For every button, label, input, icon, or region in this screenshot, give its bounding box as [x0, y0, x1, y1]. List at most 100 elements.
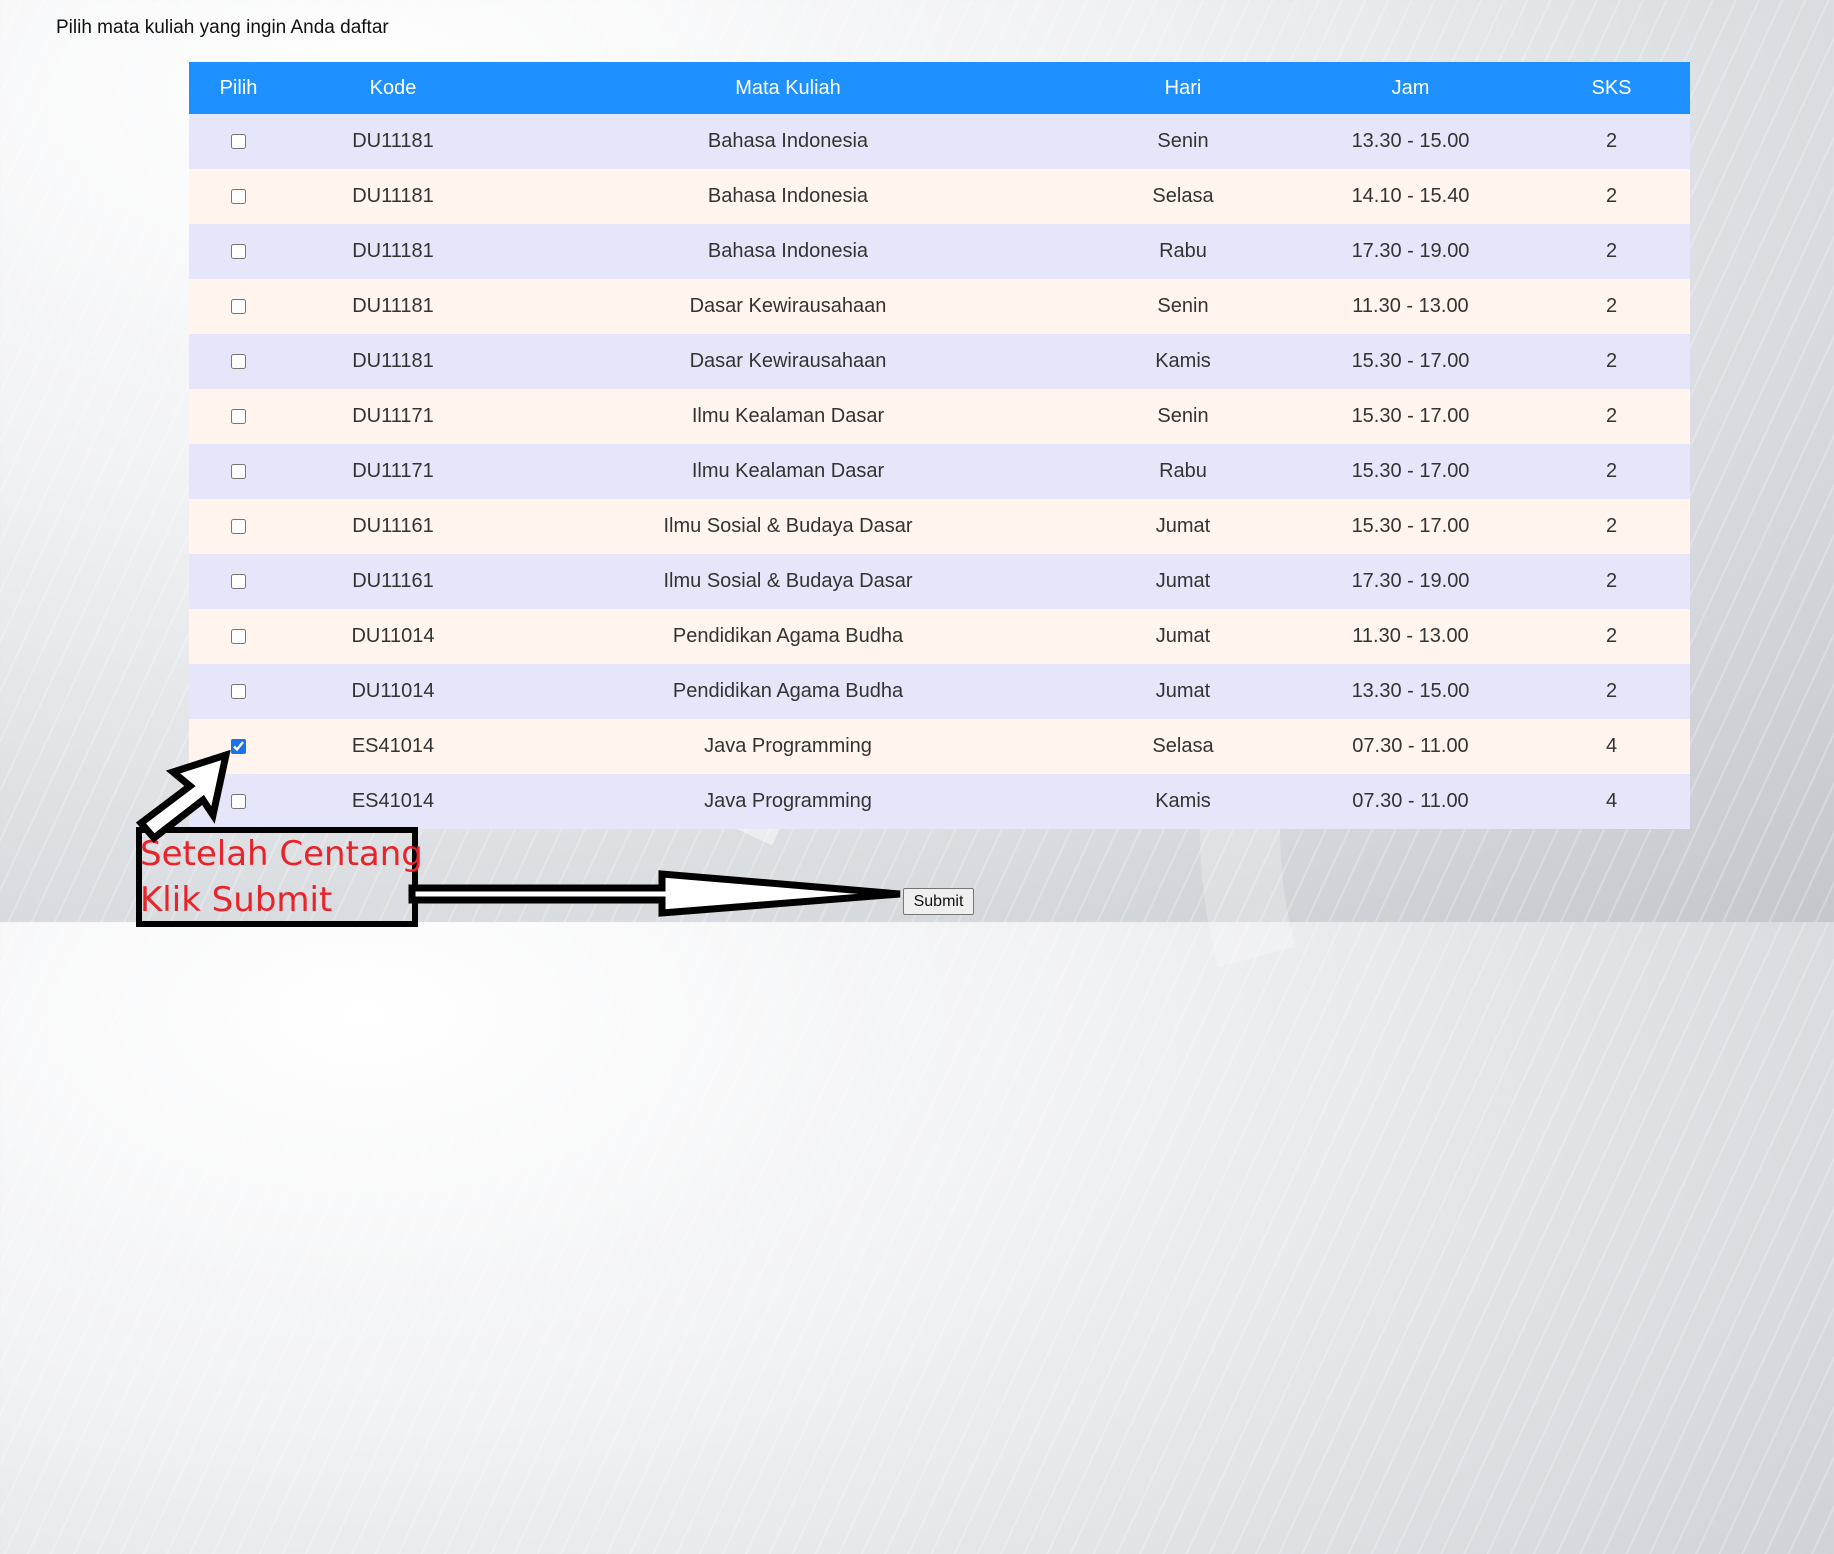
cell-sks: 2	[1533, 499, 1690, 554]
cell-kode: DU11171	[288, 389, 498, 444]
header-pilih: Pilih	[189, 62, 288, 114]
cell-sks: 2	[1533, 554, 1690, 609]
course-select-checkbox[interactable]	[231, 629, 246, 645]
table-row: DU11181 Bahasa Indonesia Rabu 17.30 - 19.00…	[189, 224, 1690, 279]
cell-kode: DU11181	[288, 279, 498, 334]
header-kode: Kode	[288, 62, 498, 114]
table-row: DU11171 Ilmu Kealaman Dasar Rabu 15.30 - 17…	[189, 444, 1690, 499]
table-row: DU11181 Bahasa Indonesia Senin 13.30 - 15.0…	[189, 114, 1690, 169]
cell-hari: Jumat	[1078, 609, 1288, 664]
table-row: DU11014 Pendidikan Agama Budha Jumat 11.30 …	[189, 609, 1690, 664]
cell-pilih	[189, 444, 288, 499]
cell-pilih	[189, 224, 288, 279]
cell-kode: DU11181	[288, 334, 498, 389]
cell-sks: 4	[1533, 719, 1690, 774]
cell-mata-kuliah: Pendidikan Agama Budha	[498, 609, 1078, 664]
header-jam: Jam	[1288, 62, 1533, 114]
cell-hari: Selasa	[1078, 719, 1288, 774]
cell-pilih	[189, 499, 288, 554]
cell-hari: Selasa	[1078, 169, 1288, 224]
table-row: ES41014 Java Programming Kamis 07.30 - 11.0…	[189, 774, 1690, 829]
cell-mata-kuliah: Pendidikan Agama Budha	[498, 664, 1078, 719]
cell-mata-kuliah: Dasar Kewirausahaan	[498, 334, 1078, 389]
course-select-checkbox[interactable]	[231, 684, 246, 700]
cell-kode: DU11181	[288, 169, 498, 224]
cell-pilih	[189, 664, 288, 719]
cell-mata-kuliah: Bahasa Indonesia	[498, 224, 1078, 279]
course-select-checkbox[interactable]	[231, 244, 246, 260]
cell-kode: DU11014	[288, 664, 498, 719]
cell-sks: 2	[1533, 664, 1690, 719]
course-select-checkbox[interactable]	[231, 519, 246, 535]
cell-hari: Kamis	[1078, 774, 1288, 829]
table-row: DU11171 Ilmu Kealaman Dasar Senin 15.30 - 1…	[189, 389, 1690, 444]
cell-jam: 15.30 - 17.00	[1288, 334, 1533, 389]
cell-kode: ES41014	[288, 774, 498, 829]
cell-jam: 11.30 - 13.00	[1288, 279, 1533, 334]
course-select-checkbox[interactable]	[231, 739, 246, 755]
cell-hari: Rabu	[1078, 444, 1288, 499]
course-select-checkbox[interactable]	[231, 794, 246, 810]
header-mata-kuliah: Mata Kuliah	[498, 62, 1078, 114]
cell-pilih	[189, 334, 288, 389]
cell-jam: 15.30 - 17.00	[1288, 444, 1533, 499]
cell-kode: ES41014	[288, 719, 498, 774]
cell-hari: Jumat	[1078, 499, 1288, 554]
cell-jam: 13.30 - 15.00	[1288, 114, 1533, 169]
cell-jam: 13.30 - 15.00	[1288, 664, 1533, 719]
cell-pilih	[189, 279, 288, 334]
table-row: DU11161 Ilmu Sosial & Budaya Dasar Jumat 17…	[189, 554, 1690, 609]
course-select-checkbox[interactable]	[231, 299, 246, 315]
instruction-text: Pilih mata kuliah yang ingin Anda daftar	[56, 17, 389, 38]
cell-sks: 2	[1533, 389, 1690, 444]
cell-sks: 2	[1533, 444, 1690, 499]
cell-mata-kuliah: Bahasa Indonesia	[498, 169, 1078, 224]
table-row: DU11181 Dasar Kewirausahaan Kamis 15.30 - 1…	[189, 334, 1690, 389]
cell-sks: 2	[1533, 224, 1690, 279]
cell-sks: 2	[1533, 114, 1690, 169]
cell-mata-kuliah: Ilmu Kealaman Dasar	[498, 444, 1078, 499]
table-row: DU11181 Bahasa Indonesia Selasa 14.10 - 15.…	[189, 169, 1690, 224]
cell-kode: DU11014	[288, 609, 498, 664]
course-select-checkbox[interactable]	[231, 354, 246, 370]
cell-mata-kuliah: Ilmu Sosial & Budaya Dasar	[498, 554, 1078, 609]
cell-hari: Senin	[1078, 389, 1288, 444]
cell-jam: 14.10 - 15.40	[1288, 169, 1533, 224]
course-table-body: DU11181 Bahasa Indonesia Senin 13.30 - 15.0…	[189, 114, 1690, 829]
cell-mata-kuliah: Java Programming	[498, 774, 1078, 829]
cell-mata-kuliah: Java Programming	[498, 719, 1078, 774]
cell-jam: 07.30 - 11.00	[1288, 774, 1533, 829]
table-row: DU11014 Pendidikan Agama Budha Jumat 13.30 …	[189, 664, 1690, 719]
course-select-checkbox[interactable]	[231, 134, 246, 150]
cell-kode: DU11171	[288, 444, 498, 499]
course-select-checkbox[interactable]	[231, 464, 246, 480]
cell-jam: 17.30 - 19.00	[1288, 224, 1533, 279]
cell-kode: DU11181	[288, 114, 498, 169]
cell-kode: DU11181	[288, 224, 498, 279]
cell-hari: Kamis	[1078, 334, 1288, 389]
cell-mata-kuliah: Ilmu Sosial & Budaya Dasar	[498, 499, 1078, 554]
course-table: Pilih Kode Mata Kuliah Hari Jam SKS DU11…	[189, 62, 1690, 829]
cell-pilih	[189, 554, 288, 609]
cell-sks: 4	[1533, 774, 1690, 829]
cell-hari: Senin	[1078, 114, 1288, 169]
annotation-callout-box: Setelah Centang Klik Submit	[136, 827, 423, 927]
cell-jam: 17.30 - 19.00	[1288, 554, 1533, 609]
cell-pilih	[189, 774, 288, 829]
cell-pilih	[189, 114, 288, 169]
cell-kode: DU11161	[288, 554, 498, 609]
header-sks: SKS	[1533, 62, 1690, 114]
course-select-checkbox[interactable]	[231, 574, 246, 590]
submit-button[interactable]: Submit	[903, 888, 974, 915]
cell-kode: DU11161	[288, 499, 498, 554]
course-select-checkbox[interactable]	[231, 409, 246, 425]
cell-pilih	[189, 169, 288, 224]
cell-pilih	[189, 719, 288, 774]
cell-sks: 2	[1533, 609, 1690, 664]
course-select-checkbox[interactable]	[231, 189, 246, 205]
cell-mata-kuliah: Bahasa Indonesia	[498, 114, 1078, 169]
cell-hari: Senin	[1078, 279, 1288, 334]
cell-jam: 15.30 - 17.00	[1288, 389, 1533, 444]
table-row: ES41014 Java Programming Selasa 07.30 - 11.…	[189, 719, 1690, 774]
table-header-row: Pilih Kode Mata Kuliah Hari Jam SKS	[189, 62, 1690, 114]
